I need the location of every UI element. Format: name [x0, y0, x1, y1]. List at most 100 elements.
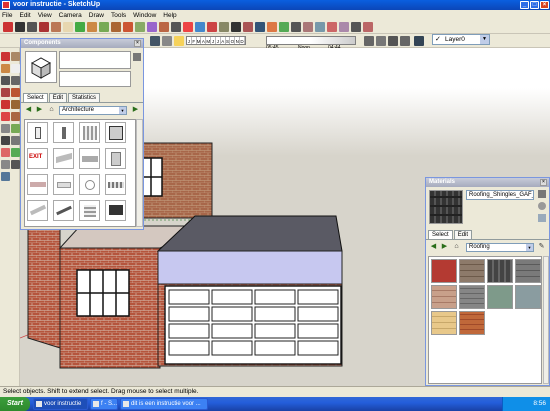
section-plane-icon[interactable] — [291, 22, 301, 32]
follow-me-left-icon[interactable] — [11, 112, 20, 121]
zoom-tool-icon[interactable] — [195, 22, 205, 32]
left-view-icon[interactable] — [400, 36, 410, 46]
default-material-icon[interactable] — [538, 190, 546, 198]
eyedropper-icon[interactable]: ✎ — [537, 242, 546, 251]
component-thumb-plate[interactable] — [53, 174, 74, 195]
material-library-dropdown[interactable]: Roofing ▼ — [466, 243, 534, 252]
tape-left-icon[interactable] — [1, 136, 10, 145]
shaded-icon[interactable] — [339, 22, 349, 32]
sample-paint-icon[interactable] — [538, 214, 546, 222]
move-left-icon[interactable] — [1, 100, 10, 109]
push-pull-left-icon[interactable] — [11, 100, 20, 109]
component-thumb-stairs[interactable] — [79, 200, 100, 221]
material-swatch-shingles[interactable] — [487, 259, 513, 283]
material-swatch-gray-shingles[interactable] — [515, 259, 541, 283]
protractor-left-icon[interactable] — [1, 148, 10, 157]
component-thumb-cabinet[interactable] — [105, 148, 126, 169]
tab-edit[interactable]: Edit — [453, 230, 473, 239]
component-thumb-railing[interactable] — [53, 200, 74, 221]
x-ray-icon[interactable] — [303, 22, 313, 32]
maximize-button[interactable]: □ — [530, 1, 539, 9]
menu-camera[interactable]: Camera — [59, 12, 82, 19]
material-swatch-green-slate[interactable] — [487, 285, 513, 309]
chevron-down-icon[interactable]: ▼ — [480, 35, 489, 44]
component-thumb-beam[interactable] — [27, 200, 48, 221]
taskbar-item-voor-instructie[interactable]: voor instructie — [33, 398, 88, 410]
circle-tool-icon[interactable] — [39, 22, 49, 32]
layer-manager-icon[interactable] — [414, 36, 424, 46]
zoom-left-icon[interactable] — [1, 172, 10, 181]
back-arrow-icon[interactable]: ◀ — [429, 242, 438, 251]
top-view-icon[interactable] — [162, 36, 172, 46]
menu-file[interactable]: File — [2, 12, 12, 19]
shadow-toggle-icon[interactable] — [174, 36, 184, 46]
pan-tool-icon[interactable] — [183, 22, 193, 32]
dimension-left-icon[interactable] — [11, 136, 20, 145]
taskbar-item-dit-is-een-instructie[interactable]: dit is een instructie voor ... — [120, 398, 208, 410]
push-pull-icon[interactable] — [99, 22, 109, 32]
forward-arrow-icon[interactable]: ▶ — [440, 242, 449, 251]
minimize-button[interactable]: _ — [520, 1, 529, 9]
material-swatch-clay[interactable] — [431, 285, 457, 309]
details-arrow-icon[interactable] — [133, 53, 141, 61]
menu-window[interactable]: Window — [133, 12, 156, 19]
offset-left-icon[interactable] — [11, 124, 20, 133]
component-thumb-shutter[interactable] — [79, 122, 100, 143]
offset-tool-icon[interactable] — [159, 22, 169, 32]
back-view-icon[interactable] — [388, 36, 398, 46]
layer-dropdown[interactable]: ✓ Layer0 ▼ — [432, 34, 490, 45]
close-panel-icon[interactable]: × — [134, 40, 141, 47]
menu-view[interactable]: View — [38, 12, 52, 19]
menu-edit[interactable]: Edit — [19, 12, 30, 19]
component-thumb-ramp[interactable] — [53, 148, 74, 169]
component-description-field[interactable] — [59, 71, 131, 87]
wireframe-icon[interactable] — [315, 22, 325, 32]
component-thumb-switch[interactable] — [27, 122, 48, 143]
arc-left-icon[interactable] — [11, 88, 20, 97]
component-thumb-window[interactable] — [105, 122, 126, 143]
component-thumb-exit-sign[interactable]: EXIT — [27, 148, 48, 169]
pan-left-icon[interactable] — [11, 160, 20, 169]
rectangle-tool-icon[interactable] — [1, 76, 10, 85]
component-thumb-tv[interactable] — [105, 200, 126, 221]
component-tool-icon[interactable] — [11, 52, 20, 61]
arrow-tool-icon[interactable] — [1, 52, 10, 61]
previous-view-icon[interactable] — [231, 22, 241, 32]
chevron-down-icon[interactable]: ▼ — [119, 107, 126, 114]
eraser-tool-icon[interactable] — [63, 22, 73, 32]
eraser-icon[interactable] — [11, 64, 20, 73]
front-view-icon[interactable] — [364, 36, 374, 46]
position-camera-icon[interactable] — [255, 22, 265, 32]
home-icon[interactable]: ⌂ — [47, 105, 56, 114]
create-material-icon[interactable] — [538, 202, 546, 210]
orbit-tool-icon[interactable] — [171, 22, 181, 32]
component-name-field[interactable] — [59, 51, 131, 69]
tab-select[interactable]: Select — [23, 93, 48, 102]
zoom-window-icon[interactable] — [207, 22, 217, 32]
text-left-icon[interactable] — [11, 148, 20, 157]
iso-view-icon[interactable] — [150, 36, 160, 46]
close-button[interactable]: × — [540, 1, 549, 9]
component-thumb-table[interactable] — [79, 148, 100, 169]
look-around-icon[interactable] — [279, 22, 289, 32]
close-panel-icon[interactable]: × — [540, 179, 547, 186]
collection-dropdown[interactable]: Architecture ▼ — [59, 106, 127, 115]
rotate-tool-icon[interactable] — [123, 22, 133, 32]
start-button[interactable]: Start — [0, 397, 30, 411]
tab-select[interactable]: Select — [428, 230, 453, 239]
home-icon[interactable]: ⌂ — [452, 242, 461, 251]
tape-tool-icon[interactable] — [75, 22, 85, 32]
details-menu-icon[interactable]: ▶ — [131, 105, 140, 114]
scale-tool-icon[interactable] — [147, 22, 157, 32]
right-view-icon[interactable] — [376, 36, 386, 46]
hidden-line-icon[interactable] — [327, 22, 337, 32]
move-tool-icon[interactable] — [111, 22, 121, 32]
tab-edit[interactable]: Edit — [48, 93, 68, 102]
rotate-left-icon[interactable] — [1, 112, 10, 121]
material-swatch-slate[interactable] — [459, 259, 485, 283]
pencil-tool-icon[interactable] — [15, 22, 25, 32]
material-swatch-blue-slate[interactable] — [515, 285, 541, 309]
component-thumb-fan[interactable] — [79, 174, 100, 195]
circle-left-icon[interactable] — [1, 88, 10, 97]
monochrome-icon[interactable] — [363, 22, 373, 32]
